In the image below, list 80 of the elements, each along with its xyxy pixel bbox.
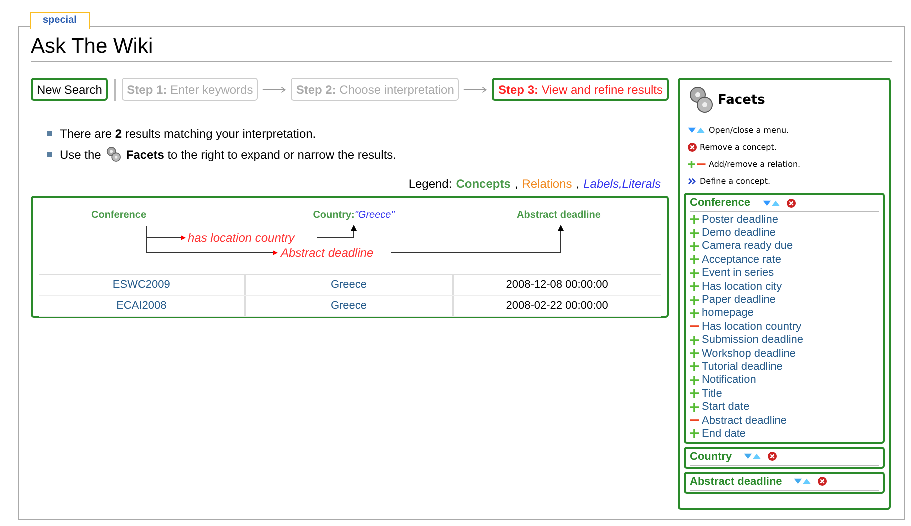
arrow-icon	[463, 86, 488, 94]
new-search-button[interactable]: New Search	[31, 78, 108, 101]
facet-item[interactable]: Tutorial deadline	[702, 360, 783, 373]
plus-minus-icon	[688, 161, 706, 168]
facet-item[interactable]: Demo deadline	[702, 227, 776, 240]
toggle-icon[interactable]	[794, 478, 812, 486]
plus-icon[interactable]	[690, 389, 699, 398]
remove-icon[interactable]	[786, 198, 796, 208]
plus-icon[interactable]	[690, 362, 699, 372]
legend-label: Legend:	[408, 177, 452, 191]
facet-item[interactable]: Paper deadline	[702, 294, 776, 306]
plus-icon[interactable]	[690, 402, 699, 412]
concept-label: Country:"Greece"	[313, 210, 395, 221]
facet-title: Country	[690, 450, 732, 463]
legend-concepts: Concepts	[456, 177, 511, 191]
facet-title: Abstract deadline	[690, 476, 782, 488]
facet-item[interactable]: Camera ready due	[702, 240, 794, 252]
facet-item[interactable]: Workshop deadline	[702, 348, 796, 360]
facet-item[interactable]: Title	[702, 388, 722, 400]
facet-item[interactable]: Start date	[702, 401, 750, 414]
facet-item[interactable]: Has location country	[702, 320, 802, 333]
legend-separator: ,	[576, 177, 580, 191]
help-text: Define a concept.	[700, 177, 771, 186]
result-count-text: There are 2 results matching your interpretation.	[60, 126, 316, 140]
facet-item[interactable]: homepage	[702, 307, 754, 320]
help-text: Remove a concept.	[700, 143, 777, 152]
gears-icon	[688, 86, 714, 114]
legend-relations: Relations	[522, 177, 572, 191]
toggle-icon[interactable]	[744, 453, 762, 460]
plus-icon[interactable]	[690, 376, 699, 385]
plus-icon[interactable]	[690, 308, 699, 318]
relation-label: has location country	[188, 231, 295, 245]
arrow-icon	[262, 86, 288, 94]
plus-icon[interactable]	[690, 296, 699, 305]
bullet-icon	[47, 152, 52, 157]
remove-icon[interactable]	[768, 452, 778, 462]
plus-icon[interactable]	[690, 242, 699, 251]
plus-icon[interactable]	[690, 336, 699, 345]
legend-separator: ,	[514, 177, 518, 191]
plus-icon[interactable]	[690, 268, 699, 278]
table-cell-text: 2008-12-08 00:00:00	[505, 278, 610, 293]
remove-icon	[688, 143, 697, 152]
double-chevron-icon	[688, 178, 697, 185]
table-cell[interactable]: Greece	[246, 275, 454, 295]
remove-icon[interactable]	[818, 477, 828, 486]
hint-text: Use the	[60, 148, 102, 162]
facet-item[interactable]: Acceptance rate	[702, 254, 782, 266]
facets-title: Facets	[718, 92, 766, 108]
facet-item[interactable]: Event in series	[702, 267, 774, 280]
help-text: Open/close a menu.	[709, 126, 790, 135]
hint-text: Facets to the right to expand or narrow the results.	[126, 148, 397, 162]
plus-icon[interactable]	[690, 228, 699, 238]
table-cell[interactable]: Greece	[246, 296, 454, 316]
table-cell-text: 2008-02-22 00:00:00	[505, 299, 610, 314]
concept-label: Conference	[92, 210, 146, 221]
facet-title: Conference	[690, 197, 751, 209]
facet-item[interactable]: Poster deadline	[702, 214, 778, 226]
table-cell[interactable]: ECAI2008	[39, 296, 246, 316]
facet-item[interactable]: Has location city	[702, 280, 782, 293]
legend-literals: Labels,Literals	[584, 177, 661, 191]
page-title: Ask The Wiki	[31, 35, 892, 62]
facet-item[interactable]: Abstract deadline	[702, 414, 787, 427]
toggle-icon[interactable]	[762, 200, 781, 206]
gears-icon	[106, 146, 122, 163]
relation-label: Abstract deadline	[281, 246, 374, 260]
facet-item[interactable]: End date	[702, 428, 746, 440]
facet-item[interactable]: Notification	[702, 374, 756, 386]
bullet-icon	[47, 131, 52, 136]
toggle-icon	[688, 127, 706, 134]
plus-icon[interactable]	[690, 282, 699, 292]
plus-icon[interactable]	[690, 429, 699, 438]
facet-item[interactable]: Submission deadline	[702, 334, 804, 346]
concept-label: Abstract deadline	[517, 210, 601, 221]
plus-icon[interactable]	[690, 215, 699, 224]
step-button[interactable]: Step 3: View and refine results	[492, 78, 670, 101]
plus-icon[interactable]	[690, 255, 699, 264]
table-cell[interactable]: ESWC2009	[39, 275, 246, 295]
plus-icon[interactable]	[690, 349, 699, 358]
help-text: Add/remove a relation.	[709, 160, 801, 169]
page-tab[interactable]: special	[30, 12, 90, 29]
